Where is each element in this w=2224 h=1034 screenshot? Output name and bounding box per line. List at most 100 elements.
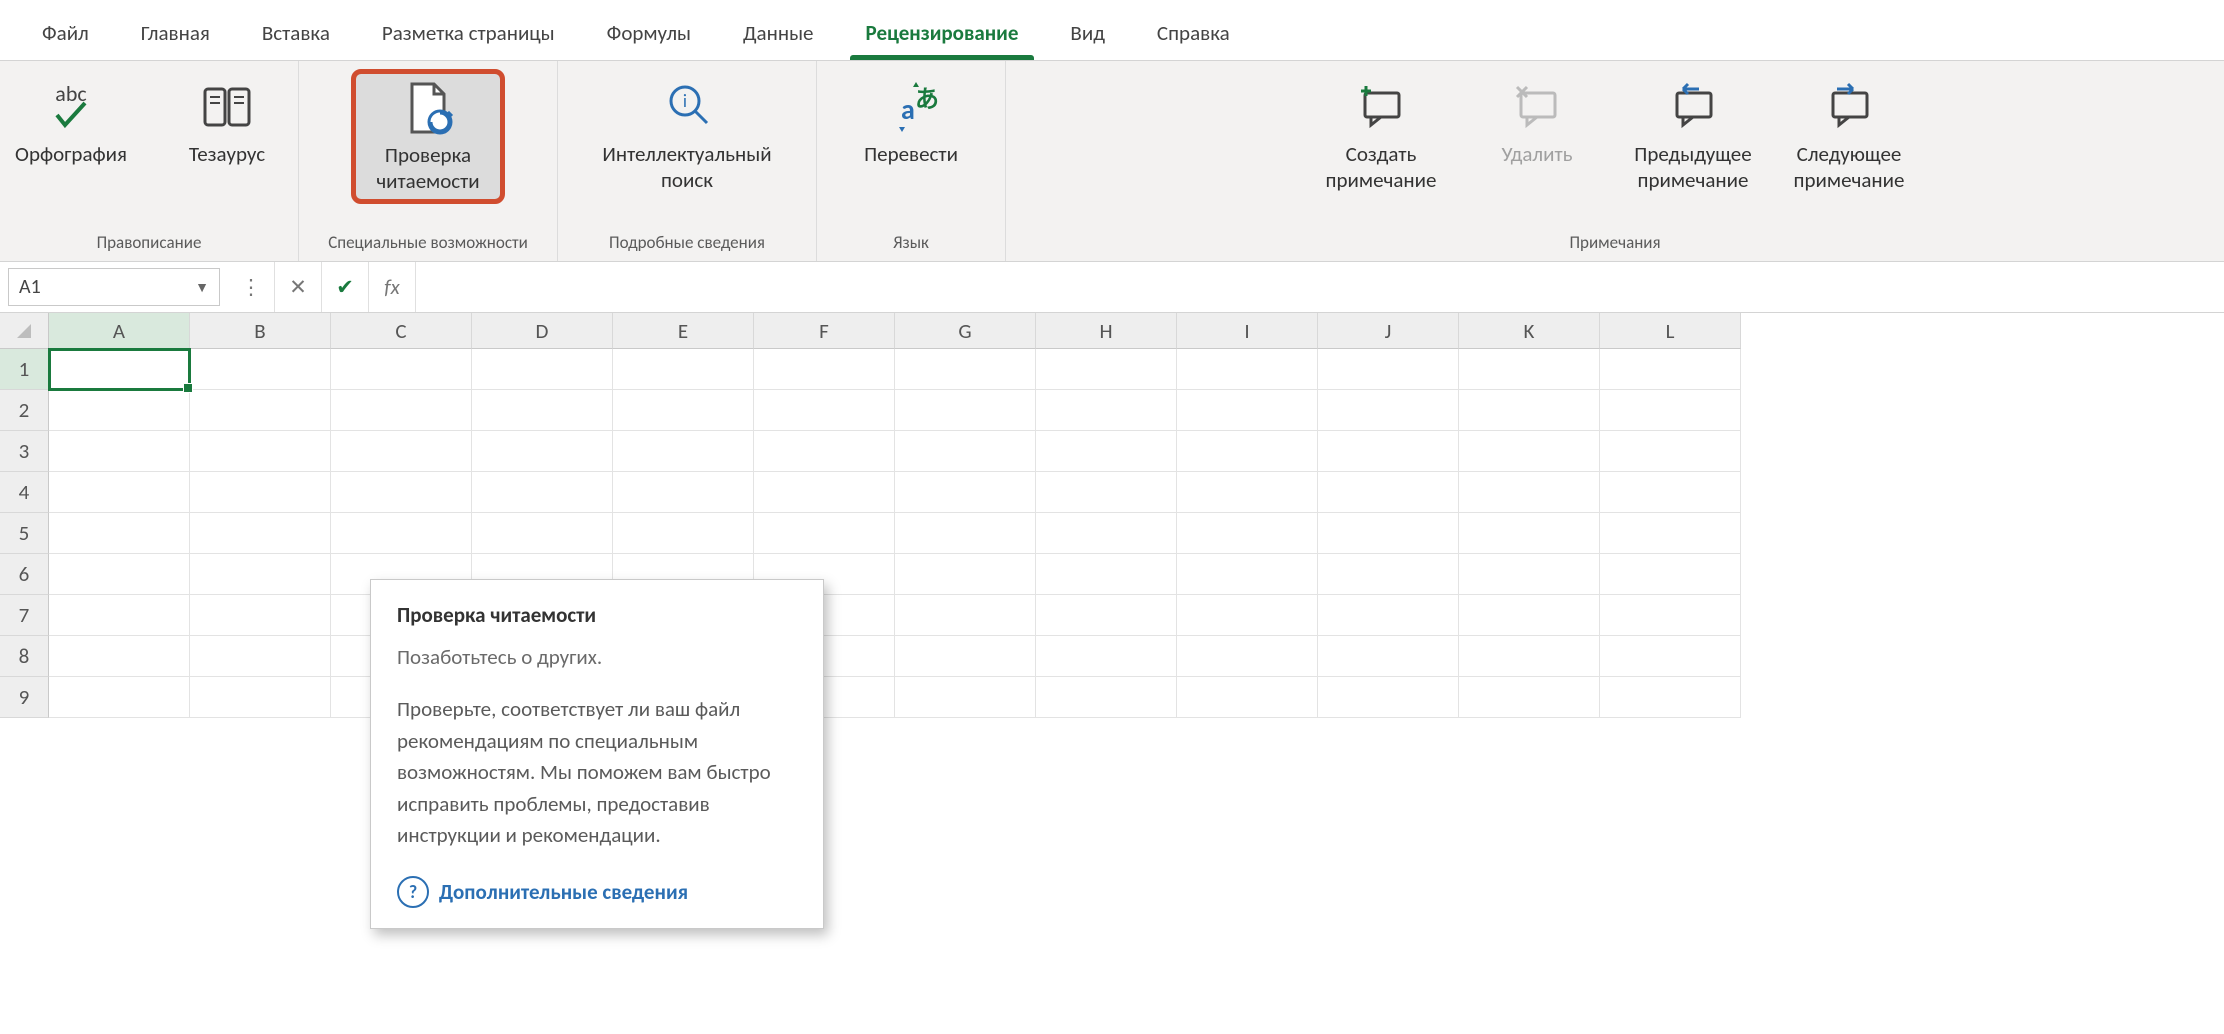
cell-H1[interactable]	[1036, 349, 1177, 390]
cell-L8[interactable]	[1600, 636, 1741, 677]
column-header-A[interactable]: A	[49, 313, 190, 349]
cell-G6[interactable]	[895, 554, 1036, 595]
cell-I5[interactable]	[1177, 513, 1318, 554]
cell-A9[interactable]	[49, 677, 190, 718]
cell-B3[interactable]	[190, 431, 331, 472]
cell-H9[interactable]	[1036, 677, 1177, 718]
cell-A8[interactable]	[49, 636, 190, 677]
cell-J7[interactable]	[1318, 595, 1459, 636]
row-header-3[interactable]: 3	[0, 431, 49, 472]
cell-I4[interactable]	[1177, 472, 1318, 513]
cell-G8[interactable]	[895, 636, 1036, 677]
cell-E3[interactable]	[613, 431, 754, 472]
cell-G7[interactable]	[895, 595, 1036, 636]
column-header-B[interactable]: B	[190, 313, 331, 349]
cell-K4[interactable]	[1459, 472, 1600, 513]
cell-H6[interactable]	[1036, 554, 1177, 595]
cell-B1[interactable]	[190, 349, 331, 390]
cell-I2[interactable]	[1177, 390, 1318, 431]
cell-L3[interactable]	[1600, 431, 1741, 472]
cell-A7[interactable]	[49, 595, 190, 636]
spelling-button[interactable]: abc Орфография	[0, 69, 145, 175]
fx-button[interactable]: fx	[369, 262, 416, 312]
column-header-K[interactable]: K	[1459, 313, 1600, 349]
cell-K1[interactable]	[1459, 349, 1600, 390]
previous-comment-button[interactable]: Предыдущеепримечание	[1619, 69, 1767, 202]
cell-K7[interactable]	[1459, 595, 1600, 636]
cell-J2[interactable]	[1318, 390, 1459, 431]
cell-C3[interactable]	[331, 431, 472, 472]
cell-B5[interactable]	[190, 513, 331, 554]
cell-H7[interactable]	[1036, 595, 1177, 636]
cell-L9[interactable]	[1600, 677, 1741, 718]
new-comment-button[interactable]: Создатьпримечание	[1307, 69, 1455, 202]
cell-H3[interactable]	[1036, 431, 1177, 472]
cell-F3[interactable]	[754, 431, 895, 472]
smart-lookup-button[interactable]: i Интеллектуальныйпоиск	[573, 69, 801, 202]
tab-formulas[interactable]: Формулы	[581, 10, 717, 60]
cell-A3[interactable]	[49, 431, 190, 472]
formula-options-button[interactable]: ⋮	[228, 262, 275, 312]
column-header-L[interactable]: L	[1600, 313, 1741, 349]
cell-A4[interactable]	[49, 472, 190, 513]
cell-K5[interactable]	[1459, 513, 1600, 554]
cell-A1[interactable]	[49, 349, 190, 390]
cell-C4[interactable]	[331, 472, 472, 513]
cell-E4[interactable]	[613, 472, 754, 513]
cell-I9[interactable]	[1177, 677, 1318, 718]
cell-I8[interactable]	[1177, 636, 1318, 677]
tab-page-layout[interactable]: Разметка страницы	[356, 10, 581, 60]
cell-L4[interactable]	[1600, 472, 1741, 513]
formula-input[interactable]	[416, 262, 2224, 312]
cell-B8[interactable]	[190, 636, 331, 677]
cell-B2[interactable]	[190, 390, 331, 431]
cell-J9[interactable]	[1318, 677, 1459, 718]
cell-F1[interactable]	[754, 349, 895, 390]
cell-F5[interactable]	[754, 513, 895, 554]
next-comment-button[interactable]: Следующеепримечание	[1775, 69, 1923, 202]
column-header-D[interactable]: D	[472, 313, 613, 349]
cell-B9[interactable]	[190, 677, 331, 718]
cell-G2[interactable]	[895, 390, 1036, 431]
column-header-G[interactable]: G	[895, 313, 1036, 349]
cell-B7[interactable]	[190, 595, 331, 636]
tab-view[interactable]: Вид	[1044, 10, 1131, 60]
cell-J5[interactable]	[1318, 513, 1459, 554]
row-header-9[interactable]: 9	[0, 677, 49, 718]
cell-G9[interactable]	[895, 677, 1036, 718]
column-header-J[interactable]: J	[1318, 313, 1459, 349]
cell-K6[interactable]	[1459, 554, 1600, 595]
cell-H2[interactable]	[1036, 390, 1177, 431]
cell-D2[interactable]	[472, 390, 613, 431]
row-header-2[interactable]: 2	[0, 390, 49, 431]
cell-C1[interactable]	[331, 349, 472, 390]
delete-comment-button[interactable]: Удалить	[1463, 69, 1611, 175]
cell-I1[interactable]	[1177, 349, 1318, 390]
row-header-7[interactable]: 7	[0, 595, 49, 636]
tab-file[interactable]: Файл	[16, 10, 115, 60]
column-header-E[interactable]: E	[613, 313, 754, 349]
cell-L6[interactable]	[1600, 554, 1741, 595]
cell-D1[interactable]	[472, 349, 613, 390]
cell-L1[interactable]	[1600, 349, 1741, 390]
cell-F2[interactable]	[754, 390, 895, 431]
cell-J6[interactable]	[1318, 554, 1459, 595]
tab-review[interactable]: Рецензирование	[840, 10, 1045, 60]
cell-K2[interactable]	[1459, 390, 1600, 431]
accessibility-check-button[interactable]: Проверкачитаемости	[351, 69, 505, 204]
tooltip-more-link[interactable]: ? Дополнительные сведения	[397, 876, 797, 908]
row-header-6[interactable]: 6	[0, 554, 49, 595]
cell-D3[interactable]	[472, 431, 613, 472]
cell-F4[interactable]	[754, 472, 895, 513]
cell-J4[interactable]	[1318, 472, 1459, 513]
cancel-formula-button[interactable]: ✕	[275, 262, 322, 312]
cell-L7[interactable]	[1600, 595, 1741, 636]
cell-C2[interactable]	[331, 390, 472, 431]
cell-E5[interactable]	[613, 513, 754, 554]
cell-B6[interactable]	[190, 554, 331, 595]
cell-A6[interactable]	[49, 554, 190, 595]
cell-D5[interactable]	[472, 513, 613, 554]
cell-G5[interactable]	[895, 513, 1036, 554]
cell-H4[interactable]	[1036, 472, 1177, 513]
cell-G4[interactable]	[895, 472, 1036, 513]
